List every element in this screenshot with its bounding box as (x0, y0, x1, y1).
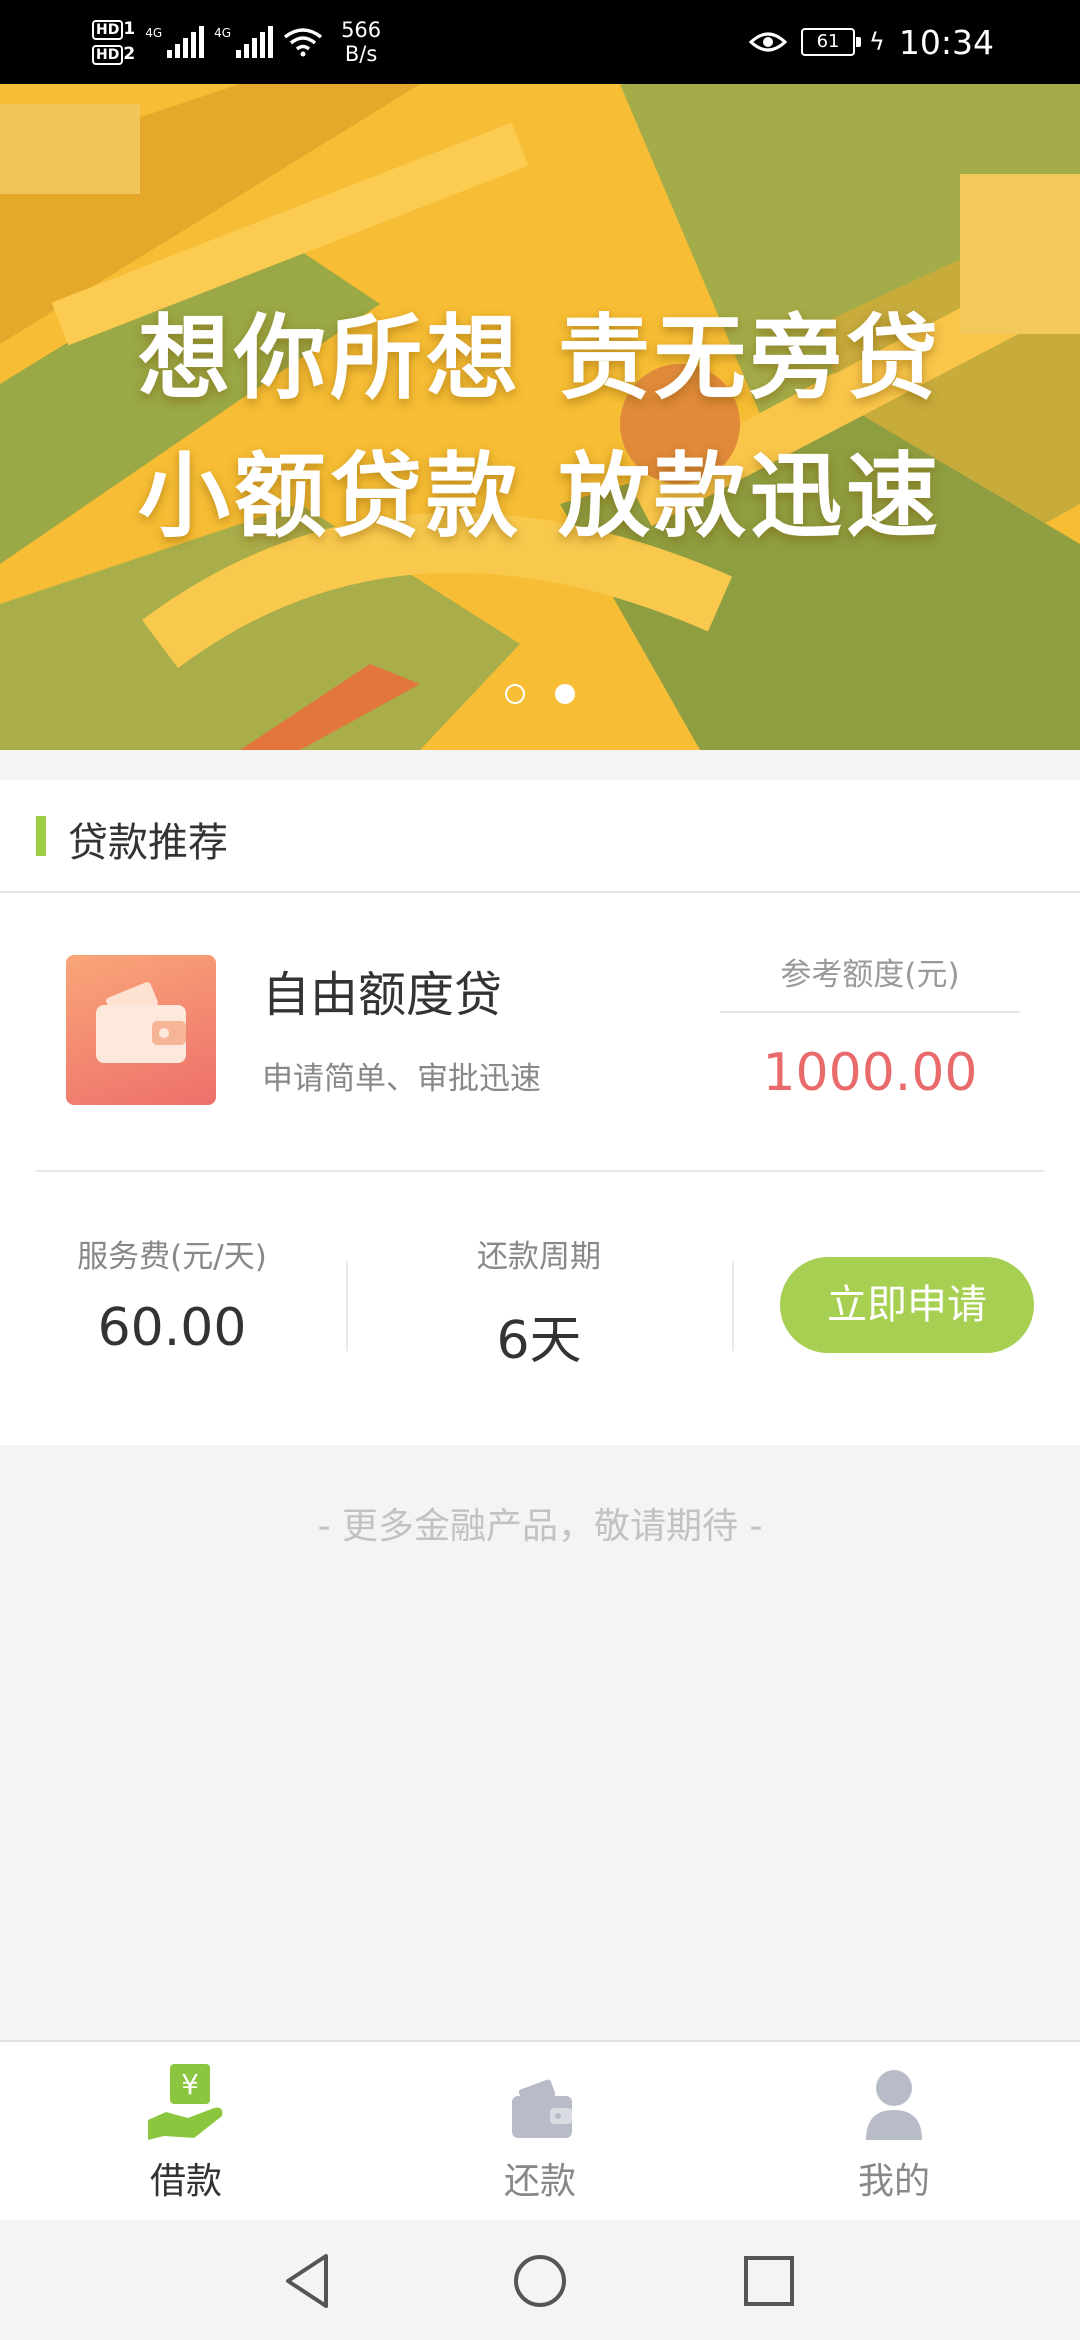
signal-icon: 4G (145, 26, 205, 58)
eye-icon (749, 32, 788, 52)
nav-tab-mine[interactable]: 我的 (794, 2062, 994, 2204)
card-divider (36, 1170, 1044, 1172)
stat-divider (346, 1261, 348, 1351)
yen-hand-icon: ¥ (148, 2064, 223, 2140)
banner-illustration (0, 84, 1080, 750)
status-bar: HD 1 HD 2 4G 4G 566 B/s 61 ϟ 10:34 (0, 0, 1080, 84)
loan-product-card[interactable]: 自由额度贷 申请简单、审批迅速 参考额度(元) 1000.00 服务费(元/天)… (0, 893, 1080, 1445)
apply-now-button[interactable]: 立即申请 (780, 1257, 1034, 1353)
service-fee-label: 服务费(元/天) (77, 1239, 267, 1275)
signal-icon: 4G (214, 26, 274, 58)
service-fee-value: 60.00 (97, 1298, 247, 1358)
bottom-nav: ¥ 借款 还款 我的 (0, 2040, 1080, 2220)
repayment-cycle-value: 6天 (496, 1311, 582, 1371)
section-header: 贷款推荐 (0, 780, 1080, 893)
quota-divider (720, 1011, 1020, 1013)
system-nav-bar (0, 2220, 1080, 2340)
network-speed: 566 B/s (341, 18, 382, 66)
quota-label: 参考额度(元) (780, 957, 960, 993)
promo-banner[interactable]: 想你所想 责无旁贷 小额贷款 放款迅速 (0, 84, 1080, 750)
quota-value: 1000.00 (762, 1043, 978, 1103)
carousel-indicator (0, 684, 1080, 704)
hd-indicator-2: HD 2 (92, 44, 135, 65)
nav-label-repay: 还款 (503, 2161, 576, 2202)
banner-headline-2: 小额贷款 放款迅速 (137, 443, 943, 550)
carousel-dot[interactable] (505, 684, 525, 704)
user-icon (866, 2070, 922, 2140)
repayment-cycle-label: 还款周期 (477, 1239, 601, 1275)
wallet-icon (96, 982, 186, 1063)
hd-indicators: HD 1 HD 2 (92, 19, 135, 65)
svg-text:¥: ¥ (181, 2068, 199, 2101)
section-accent-bar (36, 816, 46, 856)
nav-tab-borrow[interactable]: ¥ 借款 (86, 2062, 286, 2204)
banner-headline-1: 想你所想 责无旁贷 (137, 305, 943, 412)
nav-label-mine: 我的 (857, 2161, 930, 2202)
recents-icon[interactable] (734, 2246, 804, 2316)
hd-indicator-1: HD 1 (92, 19, 135, 40)
nav-label-borrow: 借款 (149, 2161, 222, 2202)
product-icon (66, 955, 216, 1105)
home-icon[interactable] (505, 2246, 575, 2316)
wallet-icon (512, 2079, 572, 2138)
back-icon[interactable] (274, 2246, 344, 2316)
nav-tab-repay[interactable]: 还款 (440, 2062, 640, 2204)
carousel-dot-active[interactable] (555, 684, 575, 704)
battery-icon: 61 (801, 28, 862, 56)
wifi-icon (283, 28, 323, 57)
status-right: 61 ϟ 10:34 (749, 0, 994, 84)
section-title: 贷款推荐 (68, 820, 228, 866)
product-description: 申请简单、审批迅速 (262, 1061, 541, 1097)
stat-divider (732, 1261, 734, 1351)
charging-icon: ϟ (869, 28, 885, 56)
more-products-note: - 更多金融产品，敬请期待 - (317, 1506, 763, 1547)
clock: 10:34 (898, 22, 994, 62)
status-left: HD 1 HD 2 4G 4G 566 B/s (92, 12, 381, 72)
product-name: 自由额度贷 (262, 967, 503, 1023)
